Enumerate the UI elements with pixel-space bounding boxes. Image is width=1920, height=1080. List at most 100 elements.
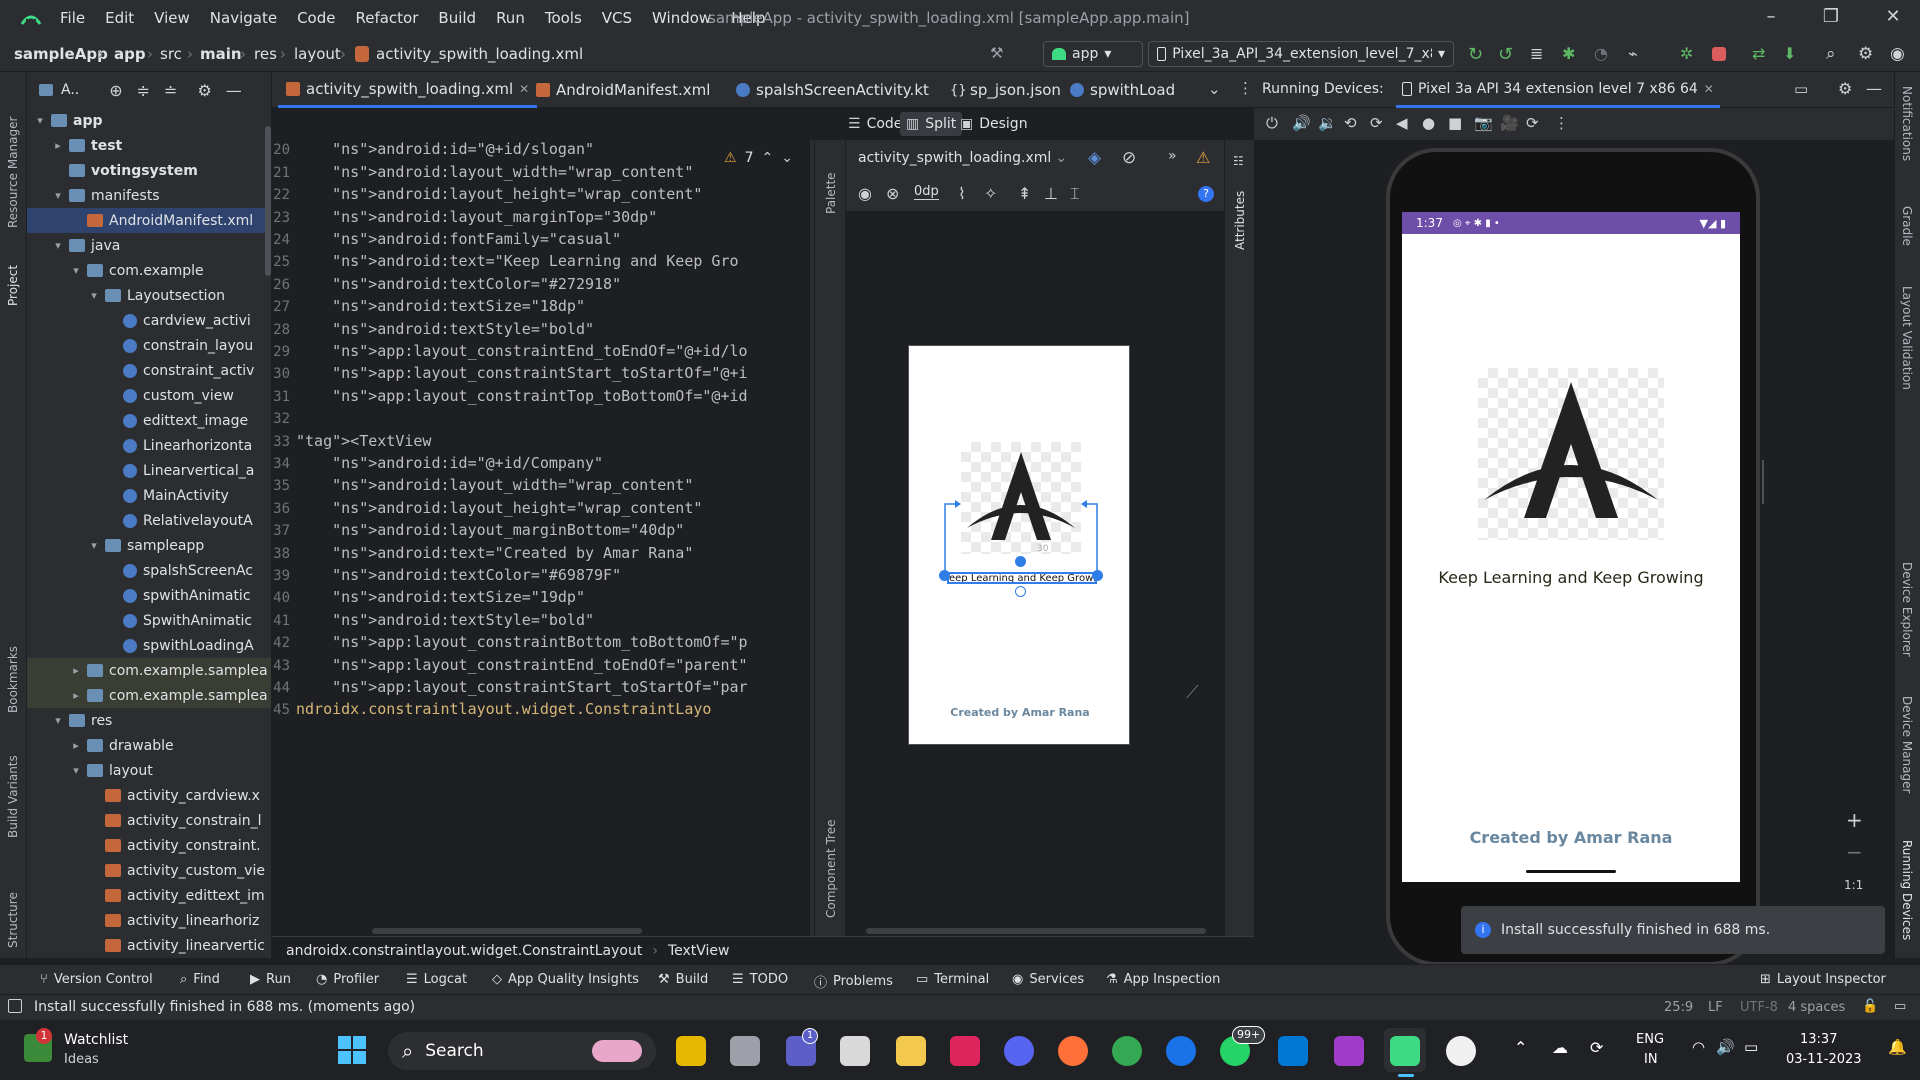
volume-up-icon[interactable]: 🔊 (1292, 114, 1311, 132)
issues-warning-icon[interactable]: ⚠ (1196, 148, 1210, 167)
chevron-down-icon[interactable]: ▾ (69, 764, 83, 777)
notification-bell-icon[interactable]: 🔔 (1888, 1038, 1907, 1056)
run-tool[interactable]: ▶ Run (250, 972, 291, 987)
code-line[interactable]: "ns">android:textSize="19dp" (296, 588, 585, 606)
close-device-tab-icon[interactable]: ✕ (1704, 82, 1714, 96)
run-config-dropdown[interactable]: app ▾ (1043, 41, 1143, 67)
code-line[interactable]: "ns">app:layout_constraintTop_toBottomOf… (296, 387, 747, 405)
tree-item[interactable]: Linearhorizonta (27, 433, 271, 458)
todo-tool[interactable]: ☰ TODO (732, 972, 788, 987)
chevron-down-icon[interactable]: ▾ (51, 189, 65, 202)
firefox-icon[interactable] (1058, 1036, 1088, 1066)
tree-item[interactable]: ▾ res (27, 708, 271, 733)
overview-icon[interactable]: ■ (1448, 114, 1462, 132)
code-line[interactable]: "ns">app:layout_constraintStart_toStartO… (296, 364, 747, 382)
tree-item[interactable]: ▾ Layoutsection (27, 283, 271, 308)
chevron-down-icon[interactable]: ▾ (69, 264, 83, 277)
tree-item[interactable]: activity_constrain_l (27, 808, 271, 833)
device-mirror-icon[interactable]: ⇄ (1752, 44, 1772, 64)
tree-item[interactable]: MainActivity (27, 483, 271, 508)
tree-item[interactable]: spalshScreenAc (27, 558, 271, 583)
prev-highlight-icon[interactable]: ⌃ (761, 150, 773, 166)
breadcrumb-constraintlayout[interactable]: androidx.constraintlayout.widget.Constra… (286, 943, 642, 959)
device-tab[interactable]: Pixel 3a API 34 extension level 7 x86 64… (1396, 72, 1720, 108)
more-options-icon[interactable]: ⋮ (1238, 79, 1253, 97)
problems-tool[interactable]: ⓘ Problems (814, 972, 893, 991)
find-tool[interactable]: ⌕ Find (180, 972, 220, 987)
copilot-icon[interactable] (676, 1036, 706, 1066)
next-highlight-icon[interactable]: ⌄ (781, 150, 793, 166)
tray-sync-icon[interactable]: ⟳ (1590, 1038, 1603, 1057)
tree-item[interactable]: ▾ java (27, 233, 271, 258)
tab-spwith-load[interactable]: spwithLoad (1062, 72, 1183, 108)
tree-item[interactable]: ▾ sampleapp (27, 533, 271, 558)
more-device-options-icon[interactable]: ⋮ (1554, 114, 1569, 132)
gradle-tab[interactable]: Gradle (1900, 206, 1914, 256)
code-line[interactable]: "ns">android:textStyle="bold" (296, 611, 594, 629)
app-inspection-tool[interactable]: ⚗ App Inspection (1106, 972, 1220, 987)
help-icon[interactable]: ? (1198, 186, 1214, 202)
chrome-profile-icon[interactable] (1166, 1036, 1196, 1066)
chevron-right-icon[interactable]: ▸ (69, 664, 83, 677)
tree-item[interactable]: activity_cardview.x (27, 783, 271, 808)
panel-settings-icon[interactable]: ⚙ (1838, 79, 1852, 98)
default-margin-value[interactable]: 0dp (914, 184, 939, 200)
chevron-down-icon[interactable]: ▾ (51, 714, 65, 727)
phone-screen[interactable]: 1:37 ◎ ⌖ ✱ ▮ • ▼◢ ▮ Keep Learning and Ke… (1402, 212, 1740, 882)
vscode-icon[interactable] (1278, 1036, 1308, 1066)
zoom-in-button[interactable]: + (1846, 808, 1863, 832)
menu-tools[interactable]: Tools (545, 9, 582, 27)
calendar-app-icon[interactable] (950, 1036, 980, 1066)
view-options-icon[interactable]: ◉ (858, 184, 872, 203)
tree-item[interactable]: edittext_image (27, 408, 271, 433)
menu-navigate[interactable]: Navigate (210, 9, 277, 27)
run-list-icon[interactable]: ≣ (1530, 44, 1550, 64)
code-line[interactable]: "ns">android:layout_width="wrap_content" (296, 476, 693, 494)
menu-view[interactable]: View (154, 9, 190, 27)
chevron-down-icon[interactable]: ▾ (87, 289, 101, 302)
menu-run[interactable]: Run (496, 9, 525, 27)
component-tree-tab[interactable]: Component Tree (824, 798, 838, 918)
device-manager-tab[interactable]: Device Manager (1900, 696, 1914, 806)
chevron-down-icon[interactable]: ▾ (87, 539, 101, 552)
taskbar-time[interactable]: 13:37 (1800, 1032, 1837, 1047)
design-canvas[interactable]: eep Learning and Keep Growir 30 Created … (846, 212, 1224, 936)
code-line[interactable]: "ns">android:layout_height="wrap_content… (296, 499, 702, 517)
file-explorer-icon[interactable] (896, 1036, 926, 1066)
snapshot-icon[interactable]: ⟳ (1526, 114, 1539, 132)
bookmarks-tab[interactable]: Bookmarks (6, 637, 20, 713)
profile-icon[interactable]: ◔ (1594, 44, 1614, 64)
autoconnect-icon[interactable]: ⊗ (886, 184, 899, 203)
locate-icon[interactable]: ⊕ (109, 81, 122, 100)
code-line[interactable]: "ns">android:text="Keep Learning and Kee… (296, 252, 738, 270)
attach-debugger-icon[interactable]: ⌁ (1628, 44, 1648, 64)
indent-setting[interactable]: 4 spaces (1788, 1000, 1845, 1015)
memory-indicator-icon[interactable]: ▭ (1894, 999, 1906, 1014)
sdk-manager-icon[interactable]: ⬇ (1783, 44, 1803, 64)
code-line[interactable]: "ns">app:layout_constraintEnd_toEndOf="p… (296, 656, 747, 674)
minimize-icon[interactable]: – (1760, 6, 1782, 28)
tree-item[interactable]: activity_edittext_im (27, 883, 271, 908)
breadcrumb-project[interactable]: sampleApp (14, 45, 108, 63)
build-tool[interactable]: ⚒ Build (658, 972, 708, 987)
tray-app-icon[interactable]: ☁ (1552, 1038, 1568, 1057)
tree-item[interactable]: ▸ com.example.samplea (27, 658, 271, 683)
discord-icon[interactable] (1004, 1036, 1034, 1066)
attributes-tab[interactable]: Attributes (1233, 174, 1247, 250)
chevron-right-icon[interactable]: ▸ (69, 739, 83, 752)
code-line[interactable]: "ns">android:id="@+id/Company" (296, 454, 603, 472)
tab-android-manifest[interactable]: AndroidManifest.xml (528, 72, 718, 108)
menu-file[interactable]: File (60, 9, 85, 27)
store-icon[interactable] (840, 1036, 870, 1066)
status-toggle-icon[interactable] (8, 999, 22, 1013)
chevron-right-icon[interactable]: ▸ (51, 139, 65, 152)
preview-company-text[interactable]: Created by Amar Rana (909, 706, 1131, 719)
screen-record-icon[interactable]: 🎥 (1500, 114, 1519, 132)
status-message[interactable]: Install successfully finished in 688 ms.… (34, 999, 415, 1015)
tree-item[interactable]: ▾ app (27, 108, 271, 133)
github-icon[interactable] (1446, 1036, 1476, 1066)
power-icon[interactable]: ⏻ (1266, 114, 1278, 132)
apply-changes-icon[interactable]: ↻ (1468, 44, 1488, 65)
layout-inspector-tool[interactable]: ⊞ Layout Inspector (1760, 972, 1886, 987)
rotate-right-icon[interactable]: ⟳ (1370, 114, 1383, 132)
